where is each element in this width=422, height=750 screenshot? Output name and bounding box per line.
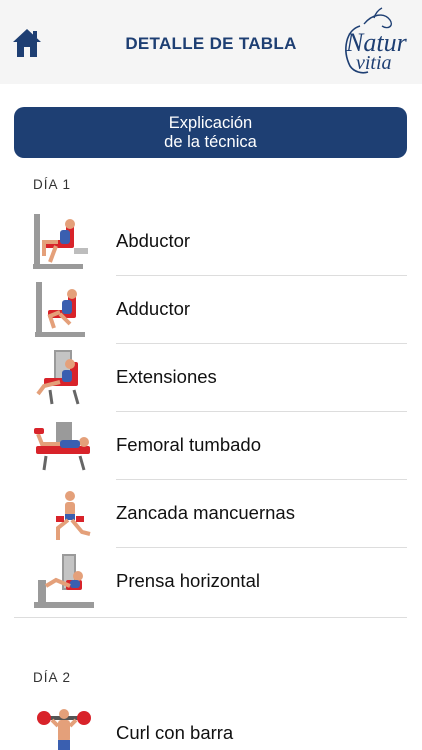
naturvitia-logo: Natur vitia — [338, 6, 422, 78]
day-2-label: DÍA 2 — [33, 670, 72, 685]
day-1-label: DÍA 1 — [33, 177, 72, 192]
exercise-row-extensiones[interactable]: Extensiones — [0, 344, 422, 412]
exercise-name: Femoral tumbado — [116, 434, 261, 455]
top-bar: DETALLE DE TABLA Natur vitia — [0, 0, 422, 84]
lying-leg-curl-machine-icon — [30, 416, 98, 476]
exercise-name: Extensiones — [116, 366, 217, 387]
exercise-row-zancada-mancuernas[interactable]: Zancada mancuernas — [0, 480, 422, 548]
exercise-name: Curl con barra — [116, 722, 234, 743]
exercise-row-adductor[interactable]: Adductor — [0, 276, 422, 344]
exercise-name: Abductor — [116, 230, 191, 251]
exercise-name: Adductor — [116, 298, 191, 319]
adductor-machine-icon — [30, 280, 98, 340]
section-divider — [14, 617, 407, 618]
exercise-name: Zancada mancuernas — [116, 502, 295, 523]
exercise-row-curl-con-barra[interactable]: Curl con barra — [0, 700, 422, 750]
technique-button-line1: Explicación — [168, 114, 253, 132]
logo-text-vitia: vitia — [356, 52, 392, 74]
barbell-curl-icon — [30, 704, 98, 750]
leg-press-machine-icon — [30, 552, 98, 612]
exercise-row-femoral-tumbado[interactable]: Femoral tumbado — [0, 412, 422, 480]
exercise-name: Prensa horizontal — [116, 570, 260, 591]
technique-explanation-button[interactable]: Explicación de la técnica — [14, 107, 407, 158]
dumbbell-lunge-icon — [30, 484, 98, 544]
exercise-row-abductor[interactable]: Abductor — [0, 208, 422, 276]
leg-extension-machine-icon — [30, 348, 98, 408]
abductor-machine-icon — [30, 212, 98, 272]
technique-button-line2: de la técnica — [164, 133, 257, 151]
exercise-row-prensa-horizontal[interactable]: Prensa horizontal — [0, 548, 422, 616]
